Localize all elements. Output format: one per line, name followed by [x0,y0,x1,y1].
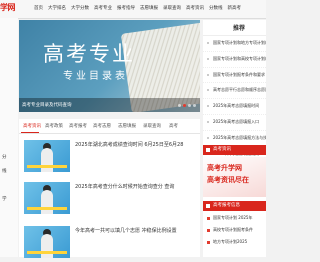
side-list-item[interactable]: 国家专项计划 2025年 [203,215,266,221]
person-image [41,234,53,258]
nav-item-university-ranking[interactable]: 大学排名 [48,5,66,11]
carousel-dot[interactable] [193,104,196,107]
tab-news[interactable]: 高考资讯 [23,123,41,129]
banner-title: 高考专业 [43,42,135,66]
left-strip-label[interactable]: 分 [2,154,7,160]
tab-filling[interactable]: 志愿填报 [118,123,136,129]
nav-item-news[interactable]: 高考资讯 [186,5,204,11]
thumbnail-caption-bar [27,207,67,210]
left-strip-label[interactable]: 线 [2,168,7,174]
nav-item-guide[interactable]: 报考指导 [117,5,135,11]
article-thumbnail[interactable] [24,182,70,214]
tab-admission[interactable]: 录取查询 [143,123,161,129]
side-list-item[interactable]: 高校专项计划报考条件 [203,227,266,233]
recommend-item[interactable]: 国家专项计划报考条件和要求 [203,68,266,84]
ad-banner[interactable]: 高考升学网 高考资讯尽在 [203,157,266,197]
left-side-strip: 分 线 学 [0,18,18,257]
article-row[interactable]: 2025年高考查分什么时候开始查询查分 查询 [19,178,200,218]
thumbnail-caption-bar [27,165,67,168]
recommend-item[interactable]: 国家专项计划和地方专项计划的 [203,36,266,52]
ad-line2: 高考资讯尽在 [207,176,249,184]
recommend-item[interactable]: 2025年高考志愿填报时间 [203,99,266,115]
carousel-dots [178,104,196,107]
tab-volunteer[interactable]: 高考志愿 [93,123,111,129]
banner-caption[interactable]: 高考专业目录及代码查询 [22,102,72,108]
article-title[interactable]: 2025年湖北高考成绩查询时间 6月25日至6月28 [75,141,183,148]
nav-item-new-gaokao[interactable]: 新高考 [228,5,242,11]
active-tab-indicator [21,132,39,133]
nav-item-volunteer[interactable]: 志愿填报 [140,5,158,11]
nav-item-admission[interactable]: 录取查询 [163,5,181,11]
site-logo[interactable]: 学网 [0,2,16,13]
tab-apply[interactable]: 高考报考 [69,123,87,129]
banner-subtitle: 专业目录表 [63,71,128,82]
recommend-item[interactable]: 高考志愿平行志愿和顺序志愿区 [203,83,266,100]
right-sidebar: 推荐 国家专项计划和地方专项计划的 国家专项计划和高校专项计划的 国家专项计划报… [203,20,266,257]
article-row[interactable]: 今年高考一共可以填几个志愿 冲稳保比例设置 [19,222,200,262]
top-bar: 学网 首页 大学排名 大学分数 高考专业 报考指导 志愿填报 录取查询 高考资讯… [0,0,266,19]
main-nav: 首页 大学排名 大学分数 高考专业 报考指导 志愿填报 录取查询 高考资讯 分数… [34,5,266,11]
nav-item-cutoff[interactable]: 分数线 [209,5,223,11]
nav-item-university-scores[interactable]: 大学分数 [71,5,89,11]
tab-gaokao[interactable]: 高考 [169,123,178,129]
nav-item-majors[interactable]: 高考专业 [94,5,112,11]
left-strip-label[interactable]: 学 [2,196,7,202]
person-image [41,148,53,172]
thumbnail-caption-bar [27,251,67,254]
banner-caption-bar: 高考专业目录及代码查询 [19,98,200,112]
article-title[interactable]: 今年高考一共可以填几个志愿 冲稳保比例设置 [75,227,177,234]
info-section-header[interactable]: 高考报考信息 [203,201,266,211]
recommend-heading: 推荐 [203,20,266,36]
recommend-item[interactable]: 2025年高考志愿填报入口 [203,115,266,131]
hero-banner[interactable]: 高考专业 专业目录表 高考专业目录及代码查询 [19,20,200,112]
carousel-dot[interactable] [188,104,191,107]
tab-policy[interactable]: 高考政策 [45,123,63,129]
ad-line1: 高考升学网 [207,164,242,172]
article-title[interactable]: 2025年高考查分什么时候开始查询查分 查询 [75,183,174,190]
recommend-item[interactable]: 国家专项计划和高校专项计划的 [203,52,266,68]
carousel-dot[interactable] [178,104,181,107]
category-tabs: 高考资讯 高考政策 高考报考 高考志愿 志愿填报 录取查询 高考 [19,119,200,134]
article-row[interactable]: 2025年湖北高考成绩查询时间 6月25日至6月28 [19,136,200,176]
article-thumbnail[interactable] [24,140,70,172]
article-thumbnail[interactable] [24,226,70,258]
news-section-header[interactable]: 高考资讯 [203,145,266,155]
carousel-dot-active[interactable] [183,104,186,107]
article-list: 2025年湖北高考成绩查询时间 6月25日至6月28 2025年高考查分什么时候… [19,134,200,258]
side-list-item[interactable]: 地方专项计划2025 [203,239,266,245]
nav-item-home[interactable]: 首页 [34,5,43,11]
person-image [41,190,53,214]
